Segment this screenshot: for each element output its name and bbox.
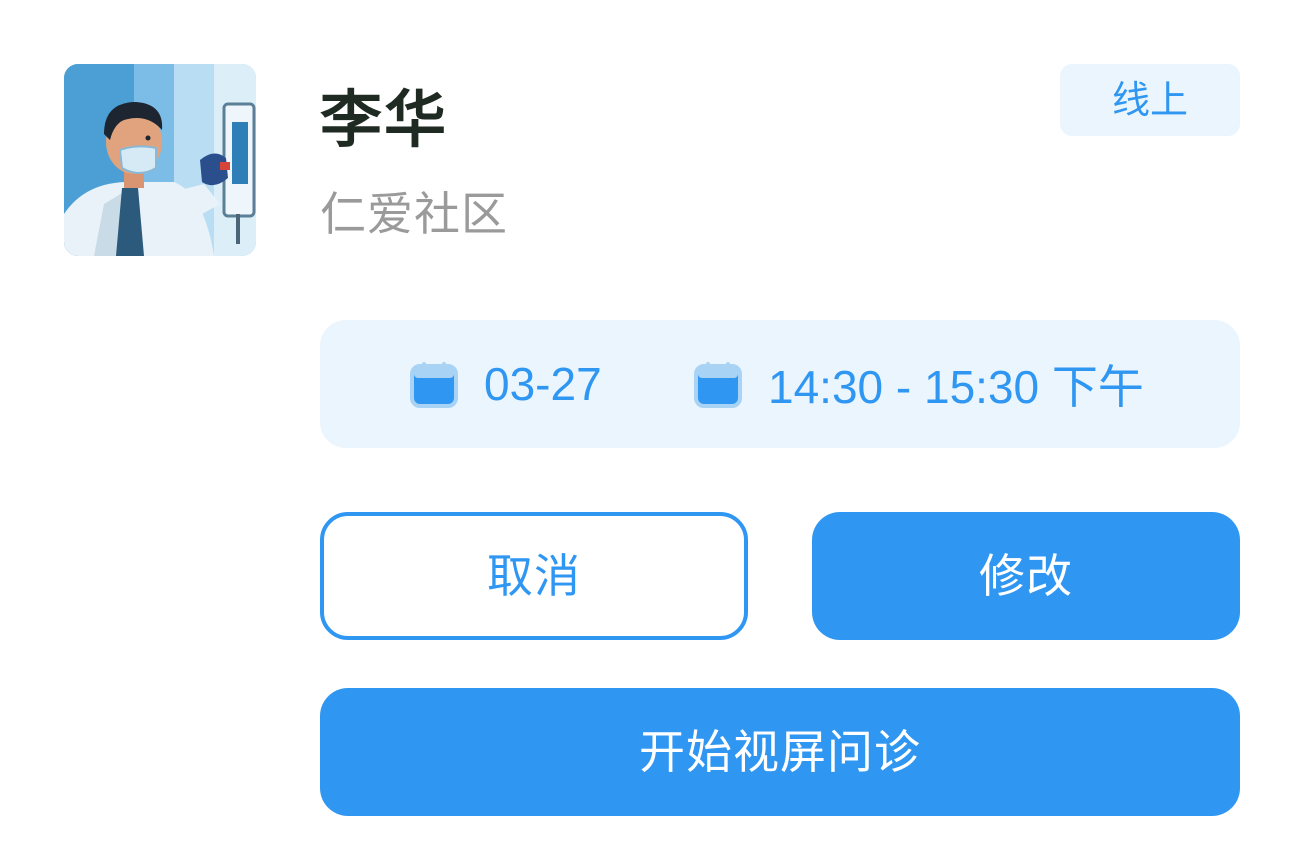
- doctor-name: 李华: [320, 83, 449, 156]
- cancel-button[interactable]: 取消: [320, 512, 748, 640]
- schedule-panel: 03-27 14:30 - 15:30 下午: [320, 320, 1240, 448]
- schedule-time-text: 14:30 - 15:30 下午: [768, 361, 1144, 413]
- schedule-date-text: 03-27: [484, 358, 602, 410]
- doctor-community: 仁爱社区: [320, 187, 508, 241]
- modify-button[interactable]: 修改: [812, 512, 1240, 640]
- start-video-consult-button[interactable]: 开始视屏问诊: [320, 688, 1240, 816]
- doctor-avatar: [64, 64, 256, 256]
- calendar-icon: [694, 360, 742, 408]
- schedule-time: 14:30 - 15:30 下午: [694, 320, 1144, 448]
- schedule-date: 03-27: [410, 320, 602, 448]
- calendar-icon: [410, 360, 458, 408]
- consult-mode-badge: 线上: [1060, 64, 1240, 136]
- appointment-card: 李华 仁爱社区 线上 03-27 14:30 - 15:30 下午 取消 修改 …: [0, 0, 1304, 860]
